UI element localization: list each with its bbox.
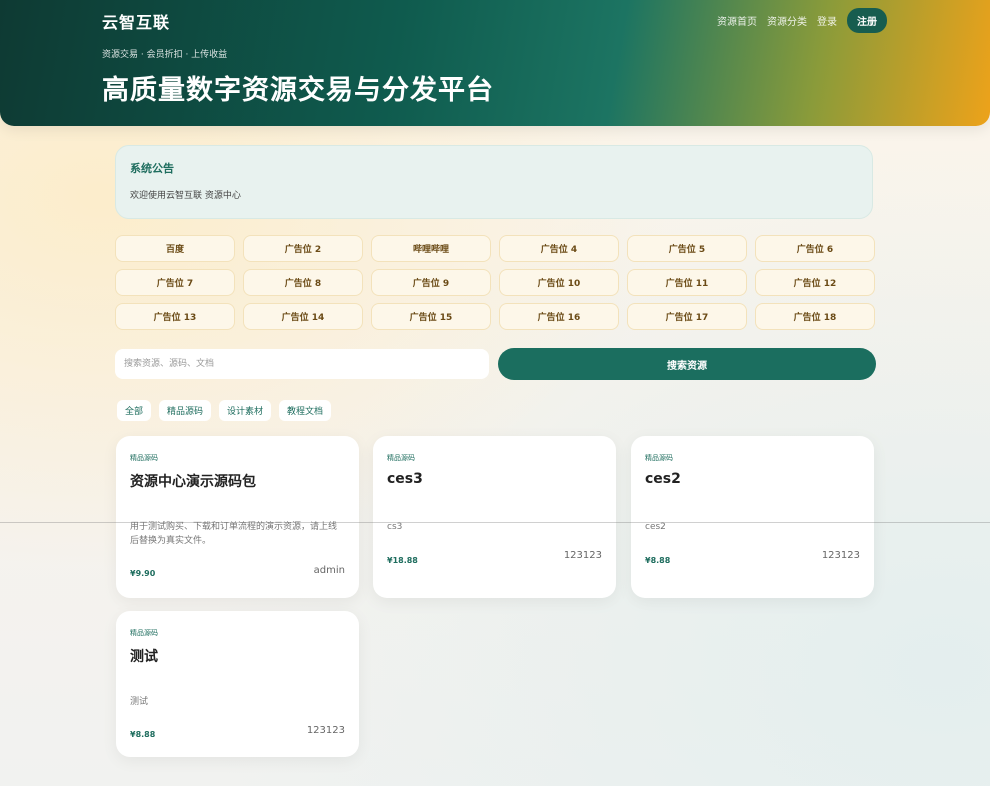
ad-slot-2[interactable]: 广告位 2: [243, 235, 363, 262]
nav-category-link[interactable]: 资源分类: [767, 13, 807, 28]
ad-slot-17[interactable]: 广告位 17: [627, 303, 747, 330]
resource-card[interactable]: 精品源码 ces2 ces2 ¥8.88 123123: [631, 436, 874, 598]
ad-slot-18[interactable]: 广告位 18: [755, 303, 875, 330]
card-category: 精品源码: [387, 454, 415, 462]
card-category: 精品源码: [130, 454, 158, 462]
card-title[interactable]: ces3: [387, 471, 423, 487]
notice-body: 欢迎使用云智互联 资源中心: [130, 191, 241, 201]
card-title[interactable]: 测试: [130, 646, 158, 666]
ad-slot-5[interactable]: 广告位 5: [627, 235, 747, 262]
card-author: 123123: [563, 550, 602, 561]
ad-slot-11[interactable]: 广告位 11: [627, 269, 747, 296]
nav-login-link[interactable]: 登录: [817, 13, 837, 28]
card-description: 用于测试购买、下载和订单流程的演示资源，请上线后替换为真实文件。: [130, 522, 338, 546]
ad-slot-13[interactable]: 广告位 13: [115, 303, 235, 330]
ad-slot-8[interactable]: 广告位 8: [243, 269, 363, 296]
ad-slot-16[interactable]: 广告位 16: [499, 303, 619, 330]
divider-line: [0, 522, 990, 523]
hero-tagline: 资源交易 · 会员折扣 · 上传收益: [102, 50, 228, 60]
ad-slot-12[interactable]: 广告位 12: [755, 269, 875, 296]
top-nav: 资源首页 资源分类 登录 注册: [717, 8, 887, 33]
card-category: 精品源码: [645, 454, 673, 462]
resource-card[interactable]: 精品源码 资源中心演示源码包 用于测试购买、下载和订单流程的演示资源，请上线后替…: [116, 436, 359, 598]
category-filters: 全部 精品源码 设计素材 教程文档: [117, 400, 332, 421]
ad-slot-4[interactable]: 广告位 4: [499, 235, 619, 262]
search-input[interactable]: [115, 349, 489, 379]
card-author: 123123: [306, 725, 345, 736]
ad-slot-9[interactable]: 广告位 9: [371, 269, 491, 296]
ad-slot-14[interactable]: 广告位 14: [243, 303, 363, 330]
card-price: ¥8.88: [645, 556, 671, 565]
resource-card[interactable]: 精品源码 ces3 cs3 ¥18.88 123123: [373, 436, 616, 598]
notice-title: 系统公告: [130, 162, 174, 175]
ad-slot-1[interactable]: 百度: [115, 235, 235, 262]
filter-all[interactable]: 全部: [117, 400, 152, 421]
filter-tutorials[interactable]: 教程文档: [279, 400, 332, 421]
card-title[interactable]: ces2: [645, 471, 681, 487]
hero-banner: 云智互联 资源首页 资源分类 登录 注册 资源交易 · 会员折扣 · 上传收益 …: [0, 0, 990, 126]
ad-slot-15[interactable]: 广告位 15: [371, 303, 491, 330]
register-button[interactable]: 注册: [847, 8, 887, 33]
brand-logo[interactable]: 云智互联: [102, 9, 170, 33]
ad-slot-6[interactable]: 广告位 6: [755, 235, 875, 262]
page-title: 高质量数字资源交易与分发平台: [102, 75, 494, 106]
card-author: 123123: [821, 550, 860, 561]
system-notice: 系统公告 欢迎使用云智互联 资源中心: [115, 145, 873, 219]
resource-card[interactable]: 精品源码 测试 测试 ¥8.88 123123: [116, 611, 359, 757]
ad-slot-3[interactable]: 哔哩哔哩: [371, 235, 491, 262]
card-price: ¥18.88: [387, 556, 418, 565]
search-button[interactable]: 搜索资源: [498, 348, 876, 380]
card-category: 精品源码: [130, 629, 158, 637]
ad-slot-10[interactable]: 广告位 10: [499, 269, 619, 296]
ad-grid: 百度 广告位 2 哔哩哔哩 广告位 4 广告位 5 广告位 6 广告位 7 广告…: [115, 235, 876, 330]
card-description: 测试: [130, 697, 149, 707]
card-author: admin: [313, 565, 345, 576]
card-price: ¥8.88: [130, 730, 156, 739]
nav-home-link[interactable]: 资源首页: [717, 13, 757, 28]
filter-design-assets[interactable]: 设计素材: [219, 400, 272, 421]
card-title[interactable]: 资源中心演示源码包: [130, 471, 256, 491]
card-price: ¥9.90: [130, 569, 156, 578]
filter-source-code[interactable]: 精品源码: [159, 400, 212, 421]
ad-slot-7[interactable]: 广告位 7: [115, 269, 235, 296]
